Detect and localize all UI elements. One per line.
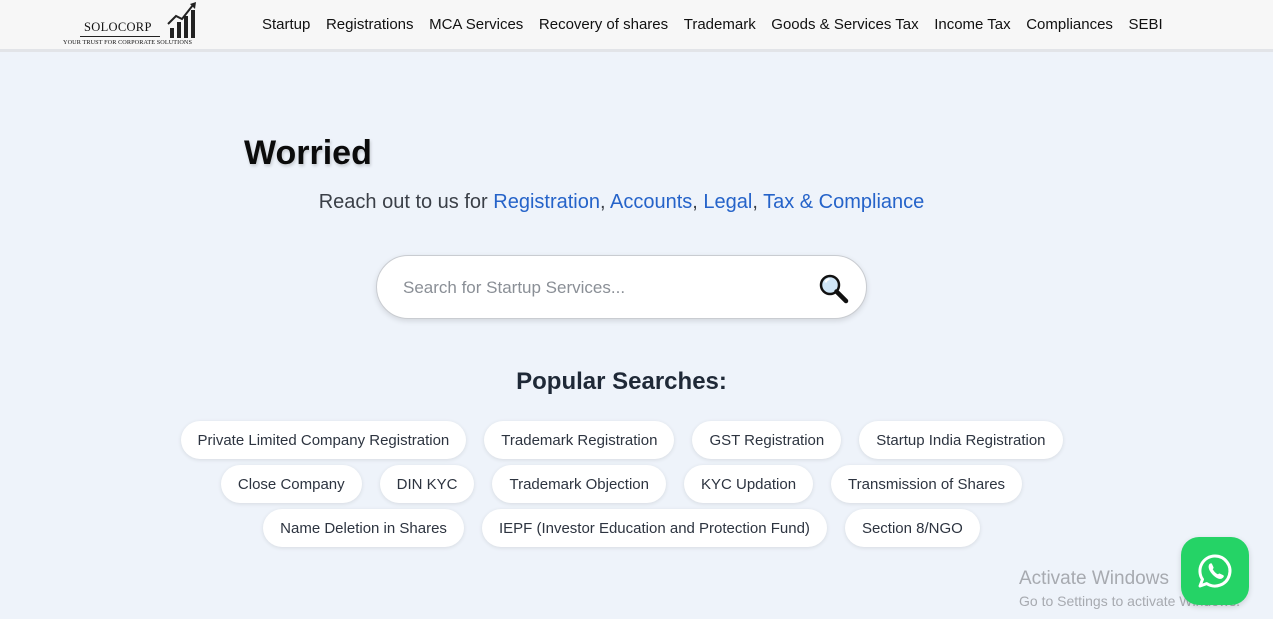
nav-income-tax[interactable]: Income Tax [934, 16, 1010, 33]
popular-row-1: Private Limited Company Registration Tra… [0, 421, 1243, 459]
chip-kyc-updation[interactable]: KYC Updation [683, 465, 814, 503]
chip-startup-india-registration[interactable]: Startup India Registration [859, 421, 1063, 459]
nav-registrations[interactable]: Registrations [326, 16, 414, 33]
whatsapp-button[interactable] [1181, 537, 1249, 605]
chip-close-company[interactable]: Close Company [220, 465, 362, 503]
solocorp-logo[interactable]: SOLOCORP YOUR TRUST FOR CORPORATE SOLUTI… [62, 2, 210, 48]
chip-trademark-registration[interactable]: Trademark Registration [484, 421, 675, 459]
nav-trademark[interactable]: Trademark [684, 16, 756, 33]
logo-name: SOLOCORP [84, 20, 152, 34]
search-input[interactable] [403, 274, 803, 302]
nav-recovery-of-shares[interactable]: Recovery of shares [539, 16, 668, 33]
nav-sebi[interactable]: SEBI [1129, 16, 1163, 33]
magnifier-icon[interactable] [817, 272, 849, 304]
tagline-link-legal[interactable]: Legal [703, 191, 752, 213]
tagline-separator: , [692, 191, 704, 213]
tagline-prefix: Reach out to us for [318, 191, 494, 213]
tagline-link-tax-compliance[interactable]: Tax & Compliance [763, 191, 924, 213]
nav-goods-services-tax[interactable]: Goods & Services Tax [771, 16, 918, 33]
growth-chart-icon [167, 2, 196, 38]
chip-transmission-of-shares[interactable]: Transmission of Shares [831, 465, 1023, 503]
nav-startup[interactable]: Startup [262, 16, 310, 33]
logo-tagline: YOUR TRUST FOR CORPORATE SOLUTIONS [63, 39, 193, 46]
popular-row-2: Close Company DIN KYC Trademark Objectio… [0, 465, 1243, 503]
nav-compliances[interactable]: Compliances [1026, 16, 1113, 33]
logo-underline [80, 36, 160, 37]
hero-tagline: Reach out to us for Registration, Accoun… [0, 191, 1243, 214]
chip-trademark-objection[interactable]: Trademark Objection [492, 465, 666, 503]
chip-name-deletion-in-shares[interactable]: Name Deletion in Shares [263, 509, 464, 547]
tagline-link-accounts[interactable]: Accounts [610, 191, 692, 213]
chip-gst-registration[interactable]: GST Registration [692, 421, 842, 459]
chip-din-kyc[interactable]: DIN KYC [379, 465, 475, 503]
tagline-separator: , [752, 191, 764, 213]
tagline-link-registration[interactable]: Registration [493, 191, 600, 213]
site-header: SOLOCORP YOUR TRUST FOR CORPORATE SOLUTI… [0, 0, 1273, 52]
hero-headline: Worried [244, 134, 372, 172]
chip-section-8-ngo[interactable]: Section 8/NGO [844, 509, 980, 547]
search-box [376, 255, 867, 319]
main-nav: Startup Registrations MCA Services Recov… [262, 16, 1178, 33]
whatsapp-icon [1198, 554, 1232, 588]
popular-searches-title: Popular Searches: [516, 368, 727, 395]
chip-iepf[interactable]: IEPF (Investor Education and Protection … [481, 509, 827, 547]
activate-windows-title: Activate Windows [1019, 568, 1169, 589]
popular-row-3: Name Deletion in Shares IEPF (Investor E… [0, 509, 1243, 547]
tagline-separator: , [599, 191, 610, 213]
nav-mca-services[interactable]: MCA Services [429, 16, 523, 33]
chip-private-limited-company-registration[interactable]: Private Limited Company Registration [180, 421, 467, 459]
